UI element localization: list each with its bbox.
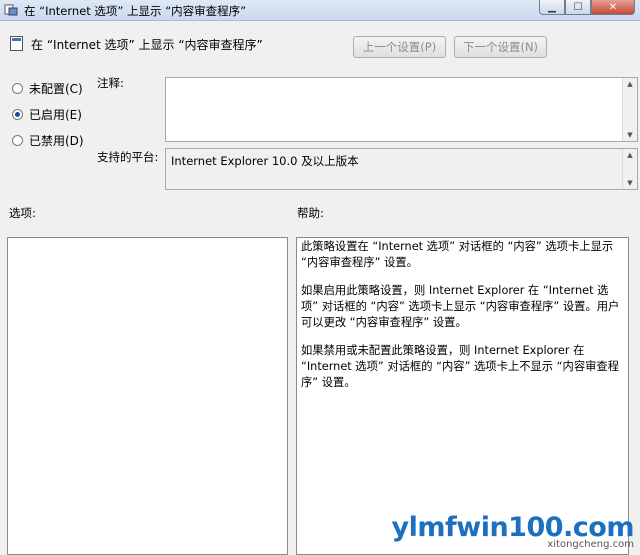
platform-field: Internet Explorer 10.0 及以上版本 ▲ ▼ [165, 148, 638, 190]
radio-enabled[interactable]: 已启用(E) [12, 106, 82, 123]
window-controls: ▁ ☐ ✕ [539, 0, 635, 16]
comment-textarea[interactable]: ▲ ▼ [165, 77, 638, 142]
comment-scrollbar[interactable]: ▲ ▼ [622, 78, 637, 141]
setting-icon [10, 36, 23, 51]
next-setting-button[interactable]: 下一个设置(N) [454, 36, 547, 58]
scroll-up-icon[interactable]: ▲ [623, 78, 637, 90]
radio-indicator [12, 109, 23, 120]
radio-indicator [12, 135, 23, 146]
scroll-up-icon[interactable]: ▲ [623, 149, 637, 161]
setting-title: 在 “Internet 选项” 上显示 “内容审查程序” [31, 38, 263, 52]
radio-not-configured[interactable]: 未配置(C) [12, 80, 83, 97]
platform-scrollbar[interactable]: ▲ ▼ [622, 149, 637, 189]
radio-label: 已禁用(D) [29, 134, 84, 148]
radio-label: 已启用(E) [29, 108, 82, 122]
close-button[interactable]: ✕ [591, 0, 635, 15]
title-bar[interactable]: 在 “Internet 选项” 上显示 “内容审查程序” ▁ ☐ ✕ [0, 0, 640, 21]
help-paragraph: 如果禁用或未配置此策略设置，则 Internet Explorer 在 “Int… [301, 344, 620, 389]
radio-indicator [12, 83, 23, 94]
help-paragraph: 如果启用此策略设置，则 Internet Explorer 在 “Interne… [301, 284, 620, 329]
radio-label: 未配置(C) [29, 82, 83, 96]
scroll-down-icon[interactable]: ▼ [623, 129, 637, 141]
help-label: 帮助: [297, 206, 324, 220]
help-paragraph: 此策略设置在 “Internet 选项” 对话框的 “内容” 选项卡上显示 “内… [301, 240, 614, 269]
minimize-icon: ▁ [548, 1, 556, 13]
watermark: ylmfwin100.com xitongcheng.com [392, 512, 635, 550]
options-label: 选项: [9, 206, 36, 220]
radio-disabled[interactable]: 已禁用(D) [12, 132, 84, 149]
close-icon: ✕ [608, 1, 618, 13]
group-policy-icon [4, 4, 18, 16]
maximize-button[interactable]: ☐ [565, 0, 591, 15]
comment-label: 注释: [97, 76, 124, 90]
minimize-button[interactable]: ▁ [539, 0, 565, 15]
maximize-icon: ☐ [573, 1, 583, 13]
help-pane[interactable]: 此策略设置在 “Internet 选项” 对话框的 “内容” 选项卡上显示 “内… [296, 237, 629, 555]
window-title: 在 “Internet 选项” 上显示 “内容审查程序” [24, 4, 247, 18]
options-pane[interactable] [7, 237, 288, 555]
platform-value: Internet Explorer 10.0 及以上版本 [171, 154, 359, 168]
platform-label: 支持的平台: [97, 150, 159, 164]
previous-setting-button[interactable]: 上一个设置(P) [353, 36, 446, 58]
scroll-down-icon[interactable]: ▼ [623, 177, 637, 189]
